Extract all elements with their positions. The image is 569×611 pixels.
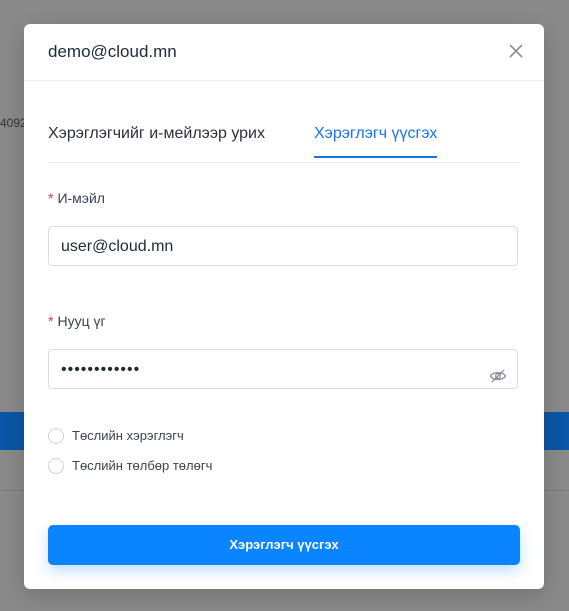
eye-off-icon [489, 369, 507, 383]
password-label: * Нууц үг [48, 313, 106, 329]
password-value: •••••••••••• [61, 361, 141, 378]
password-label-text: Нууц үг [57, 313, 106, 329]
password-field[interactable]: •••••••••••• [48, 349, 518, 389]
create-user-modal: demo@cloud.mn Хэрэглэгчийг и-мейлээр ури… [24, 24, 544, 589]
tab-bar: Хэрэглэгчийг и-мейлээр урих Хэрэглэгч үү… [48, 112, 520, 163]
close-button[interactable] [506, 41, 526, 61]
option-project-payer-label: Төслийн төлбөр төлөгч [72, 458, 213, 473]
create-user-button[interactable]: Хэрэглэгч үүсгэх [48, 525, 520, 565]
radio-project-user[interactable] [48, 428, 64, 444]
radio-project-payer[interactable] [48, 458, 64, 474]
toggle-password-visibility[interactable] [489, 361, 507, 383]
required-marker: * [48, 190, 54, 206]
option-project-user-label: Төслийн хэрэглэгч [72, 428, 184, 443]
email-field[interactable]: user@cloud.mn [48, 226, 518, 266]
tab-create-user[interactable]: Хэрэглэгч үүсгэх [314, 125, 438, 158]
tab-invite-by-email[interactable]: Хэрэглэгчийг и-мейлээр урих [48, 125, 265, 156]
modal-header: demo@cloud.mn [24, 24, 544, 81]
background-partial-text: 4092 [0, 116, 27, 130]
close-icon [509, 44, 523, 58]
email-label: * И-мэйл [48, 190, 105, 206]
required-marker: * [48, 313, 54, 329]
email-label-text: И-мэйл [57, 190, 105, 206]
modal-title: demo@cloud.mn [48, 42, 177, 61]
email-value: user@cloud.mn [61, 238, 174, 255]
